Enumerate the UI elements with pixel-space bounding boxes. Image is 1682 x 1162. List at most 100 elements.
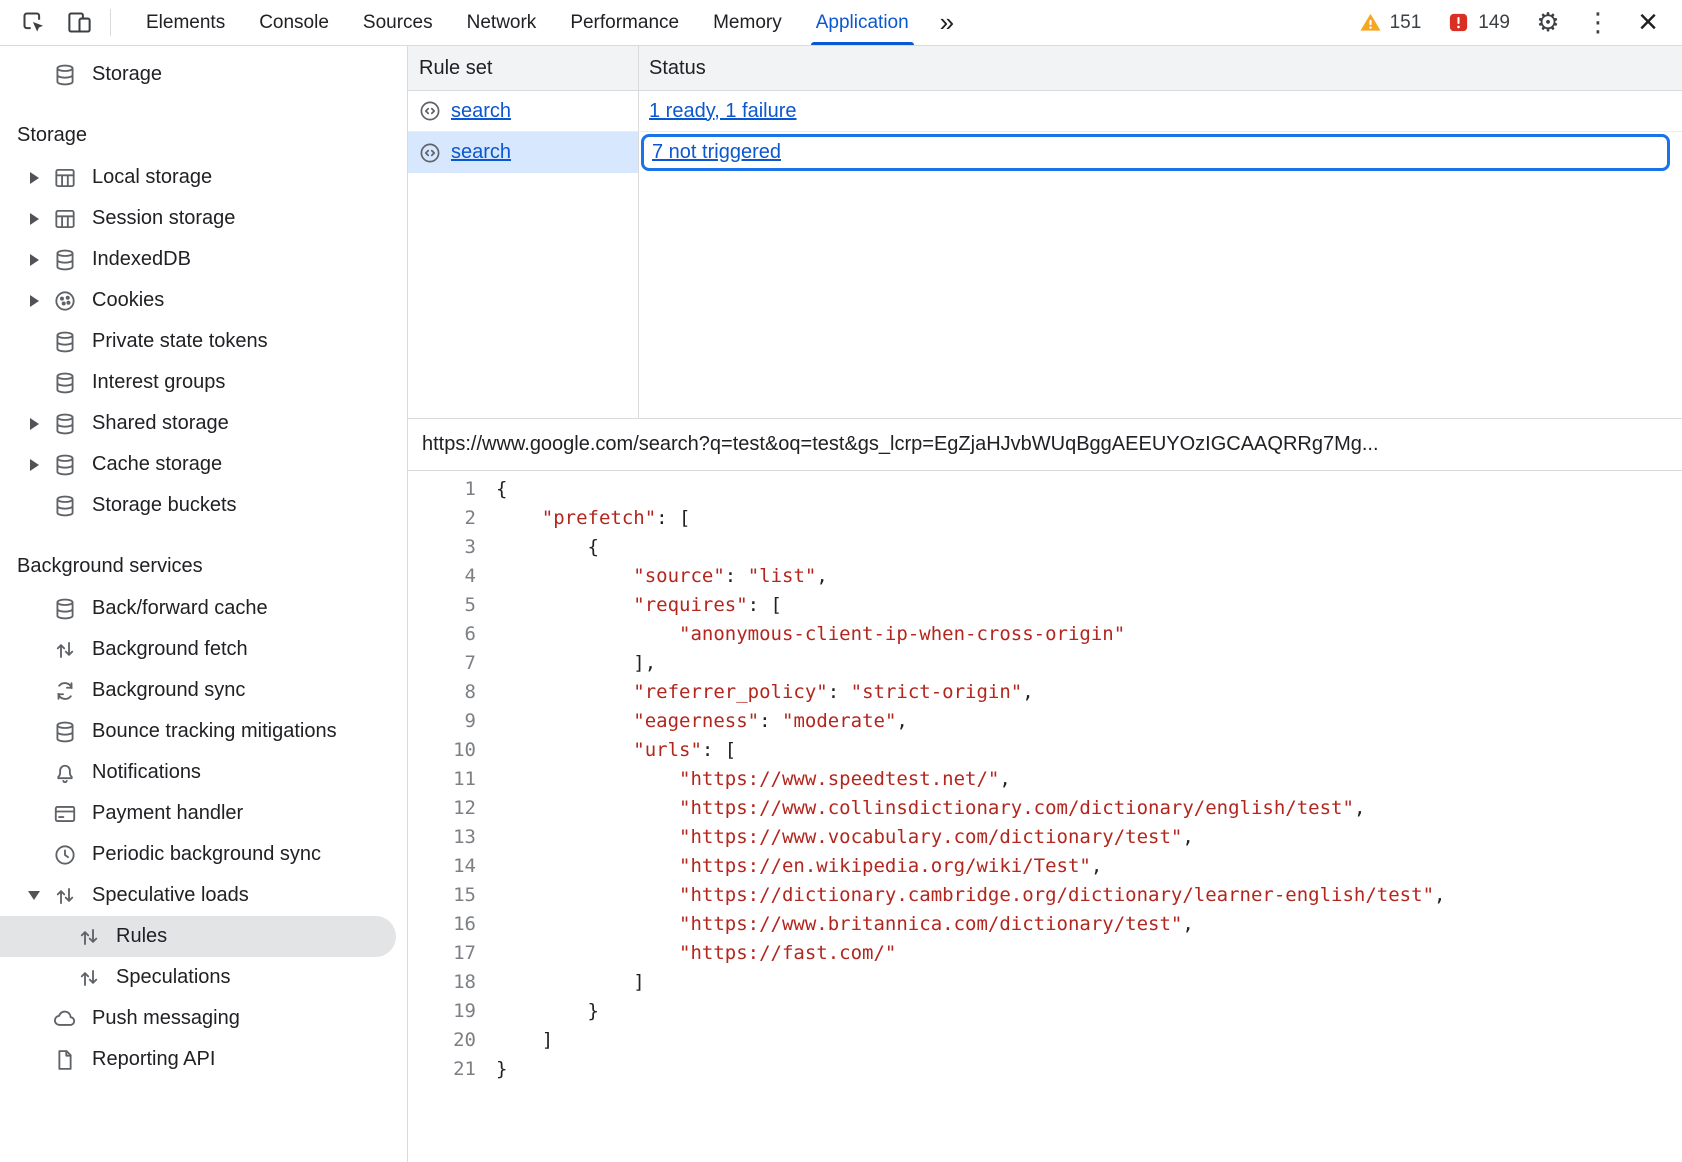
errors-badge[interactable]: 149 (1437, 11, 1520, 34)
database-icon (52, 452, 78, 478)
ruleset-icon (418, 141, 442, 165)
line-number: 3 (408, 533, 496, 562)
sidebar-item-speculative-loads[interactable]: Speculative loads (0, 875, 407, 916)
code-line: 1{ (408, 475, 1682, 504)
sidebar-item-cookies[interactable]: Cookies (0, 280, 407, 321)
status-cell[interactable]: 1 ready, 1 failure (639, 91, 1682, 131)
sidebar-item-label: Speculative loads (92, 884, 249, 907)
database-icon (52, 411, 78, 437)
settings-button[interactable]: ⚙ (1526, 1, 1570, 45)
sidebar-item-reporting-api[interactable]: Reporting API (0, 1039, 407, 1080)
error-count: 149 (1478, 12, 1510, 34)
database-icon (52, 329, 78, 355)
code-line: 12 "https://www.collinsdictionary.com/di… (408, 794, 1682, 823)
expand-icon[interactable] (16, 459, 52, 471)
sidebar-item-background-fetch[interactable]: Background fetch (0, 629, 407, 670)
source-url: https://www.google.com/search?q=test&oq=… (408, 419, 1682, 471)
status-cell[interactable]: 7 not triggered (641, 134, 1670, 171)
expand-icon[interactable] (16, 254, 52, 266)
sidebar-item-indexeddb[interactable]: IndexedDB (0, 239, 407, 280)
code-line: 17 "https://fast.com/" (408, 939, 1682, 968)
code-text: "source": "list", (496, 562, 828, 591)
tab-performance[interactable]: Performance (553, 0, 696, 45)
code-viewer[interactable]: 1{2 "prefetch": [3 {4 "source": "list",5… (408, 471, 1682, 1162)
tab-console[interactable]: Console (242, 0, 346, 45)
expand-icon[interactable] (16, 172, 52, 184)
status-link[interactable]: 7 not triggered (652, 141, 781, 164)
sidebar-item-storage-buckets[interactable]: Storage buckets (0, 485, 407, 526)
updown-icon (76, 924, 102, 950)
sidebar-item-local-storage[interactable]: Local storage (0, 157, 407, 198)
sidebar-item-bounce-tracking-mitigations[interactable]: Bounce tracking mitigations (0, 711, 407, 752)
tab-sources[interactable]: Sources (346, 0, 450, 45)
code-text: "https://www.britannica.com/dictionary/t… (496, 910, 1194, 939)
code-text: { (496, 475, 507, 504)
application-panel: Rule set Status search1 ready, 1 failure… (408, 46, 1682, 1162)
tab-network[interactable]: Network (450, 0, 554, 45)
column-header-status: Status (639, 46, 1682, 90)
code-text: ] (496, 1026, 553, 1055)
expand-icon[interactable] (16, 295, 52, 307)
line-number: 21 (408, 1055, 496, 1084)
line-number: 4 (408, 562, 496, 591)
device-toolbar-button[interactable] (56, 0, 102, 45)
table-row[interactable]: search 1 ready, 1 failure (408, 91, 1682, 132)
code-line: 7 ], (408, 649, 1682, 678)
code-line: 16 "https://www.britannica.com/dictionar… (408, 910, 1682, 939)
line-number: 12 (408, 794, 496, 823)
sidebar-item-label: Session storage (92, 207, 235, 230)
sidebar-item-speculations[interactable]: Speculations (0, 957, 407, 998)
sidebar-item-rules[interactable]: Rules (0, 916, 396, 957)
ruleset-link[interactable]: search (451, 100, 511, 123)
sidebar-item-shared-storage[interactable]: Shared storage (0, 403, 407, 444)
sidebar-item-back-forward-cache[interactable]: Back/forward cache (0, 588, 407, 629)
code-line: 18 ] (408, 968, 1682, 997)
line-number: 9 (408, 707, 496, 736)
sidebar-item-label: Speculations (116, 966, 231, 989)
code-line: 6 "anonymous-client-ip-when-cross-origin… (408, 620, 1682, 649)
expand-icon[interactable] (16, 213, 52, 225)
sidebar-item-session-storage[interactable]: Session storage (0, 198, 407, 239)
line-number: 14 (408, 852, 496, 881)
line-number: 17 (408, 939, 496, 968)
cookie-icon (52, 288, 78, 314)
ruleset-rows: search 1 ready, 1 failure search 7 not trig… (408, 91, 1682, 173)
warnings-badge[interactable]: 151 (1349, 11, 1432, 34)
sidebar-item-label: Reporting API (92, 1048, 215, 1071)
code-line: 3 { (408, 533, 1682, 562)
sidebar-item-interest-groups[interactable]: Interest groups (0, 362, 407, 403)
tab-application[interactable]: Application (799, 0, 926, 45)
toolbar-tabs: ElementsConsoleSourcesNetworkPerformance… (129, 0, 926, 45)
menu-button[interactable]: ⋮ (1576, 1, 1620, 45)
device-toolbar-icon (66, 9, 93, 36)
sidebar-item-notifications[interactable]: Notifications (0, 752, 407, 793)
ruleset-link[interactable]: search (451, 141, 511, 164)
more-tabs-button[interactable]: » (926, 0, 968, 45)
sidebar-item-storage[interactable]: Storage (0, 54, 407, 95)
table-row[interactable]: search 7 not triggered (408, 132, 1682, 173)
sidebar-item-private-state-tokens[interactable]: Private state tokens (0, 321, 407, 362)
expand-icon[interactable] (16, 418, 52, 430)
line-number: 16 (408, 910, 496, 939)
tab-memory[interactable]: Memory (696, 0, 799, 45)
database-icon (52, 370, 78, 396)
status-link[interactable]: 1 ready, 1 failure (649, 100, 797, 123)
collapse-icon[interactable] (16, 891, 52, 900)
code-text: "prefetch": [ (496, 504, 690, 533)
line-number: 1 (408, 475, 496, 504)
sidebar-item-label: Storage buckets (92, 494, 237, 517)
sidebar-item-payment-handler[interactable]: Payment handler (0, 793, 407, 834)
inspect-element-button[interactable] (10, 0, 56, 45)
sidebar-item-push-messaging[interactable]: Push messaging (0, 998, 407, 1039)
cloud-icon (52, 1006, 78, 1032)
tab-elements[interactable]: Elements (129, 0, 242, 45)
sidebar-item-background-sync[interactable]: Background sync (0, 670, 407, 711)
close-button[interactable]: × (1626, 1, 1670, 45)
code-text: } (496, 1055, 507, 1084)
sidebar-item-cache-storage[interactable]: Cache storage (0, 444, 407, 485)
code-line: 11 "https://www.speedtest.net/", (408, 765, 1682, 794)
code-text: } (496, 997, 599, 1026)
sidebar-item-periodic-background-sync[interactable]: Periodic background sync (0, 834, 407, 875)
inspect-icon (20, 9, 47, 36)
warning-count: 151 (1390, 12, 1422, 34)
